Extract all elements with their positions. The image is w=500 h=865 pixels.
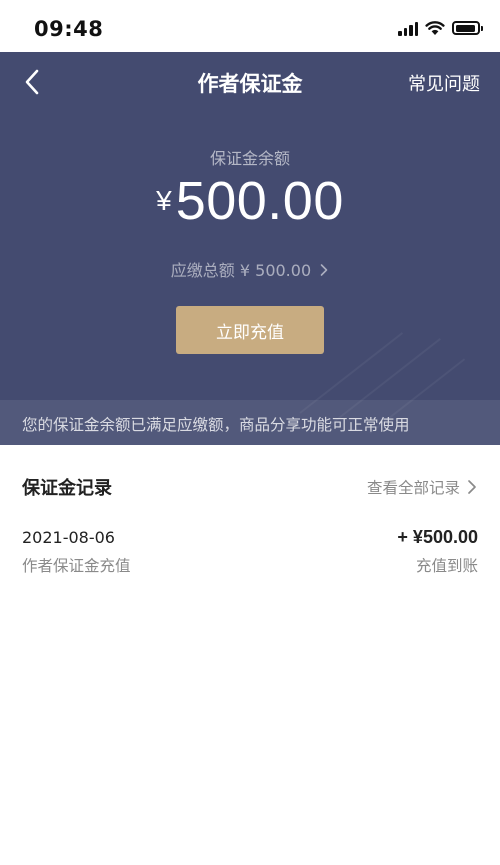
- status-icons: [398, 18, 483, 38]
- view-all-records-link[interactable]: 查看全部记录: [367, 476, 478, 498]
- record-date: 2021-08-06: [22, 528, 115, 547]
- currency-symbol: ¥: [156, 185, 172, 216]
- record-status: 充值到账: [415, 557, 478, 575]
- signal-icon: [398, 20, 418, 36]
- faq-link[interactable]: 常见问题: [408, 70, 480, 96]
- record-list-item[interactable]: 2021-08-06 作者保证金充值 + ¥500.00 充值到账: [0, 522, 500, 582]
- status-bar: 09:48: [0, 0, 500, 52]
- notice-bar: 您的保证金余额已满足应缴额，商品分享功能可正常使用: [0, 400, 500, 445]
- record-description: 作者保证金充值: [22, 557, 131, 575]
- chevron-right-icon: [320, 264, 328, 276]
- recharge-button[interactable]: 立即充值: [176, 306, 324, 354]
- total-due-text: 应缴总额 ¥ 500.00: [170, 261, 312, 280]
- wifi-icon: [425, 20, 445, 35]
- nav-bar: 作者保证金 常见问题: [0, 52, 500, 114]
- deposit-summary-panel: 作者保证金 常见问题 保证金余额 ¥500.00 应缴总额 ¥ 500.00 立…: [0, 52, 500, 445]
- records-title: 保证金记录: [22, 478, 112, 499]
- view-all-label: 查看全部记录: [366, 479, 460, 497]
- balance-amount: ¥500.00: [0, 170, 500, 232]
- notice-text: 您的保证金余额已满足应缴额，商品分享功能可正常使用: [22, 416, 410, 434]
- balance-value: 500.00: [175, 171, 344, 231]
- status-time: 09:48: [34, 17, 104, 41]
- battery-icon: [452, 21, 483, 35]
- total-due-link[interactable]: 应缴总额 ¥ 500.00: [0, 257, 500, 281]
- records-header: 保证金记录 查看全部记录: [0, 465, 500, 509]
- balance-label: 保证金余额: [209, 149, 290, 168]
- chevron-right-icon: [468, 480, 476, 494]
- record-amount: + ¥500.00: [397, 527, 478, 547]
